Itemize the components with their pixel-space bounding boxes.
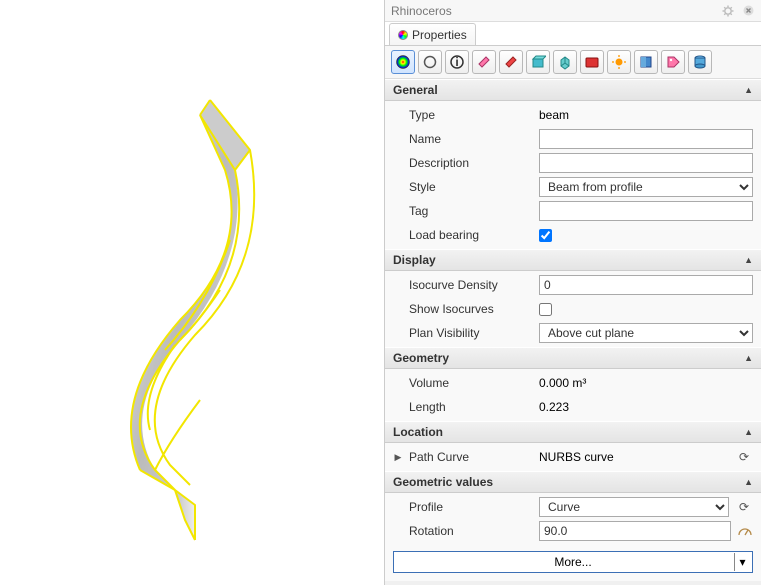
chevron-up-icon: ▲ [744,255,753,265]
dropdown-arrow-icon[interactable]: ▾ [734,553,750,571]
checkbox-show-isocurves[interactable] [539,303,552,316]
tool-folder-red[interactable] [580,50,604,74]
label-name: Name [409,132,539,146]
more-button[interactable]: More... ▾ [393,551,753,573]
label-plan-visibility: Plan Visibility [409,326,539,340]
expand-triangle-icon[interactable]: ▶ [393,452,403,463]
tool-box-teal[interactable] [526,50,550,74]
input-description[interactable] [539,153,753,173]
tool-cylinder[interactable] [688,50,712,74]
refresh-icon[interactable]: ⟳ [735,450,753,464]
tool-cube[interactable] [553,50,577,74]
checkbox-load-bearing[interactable] [539,229,552,242]
section-title: Geometric values [393,475,493,489]
section-display-header[interactable]: Display ▲ [385,249,761,271]
chevron-up-icon: ▲ [744,353,753,363]
section-title: Geometry [393,351,449,365]
label-tag: Tag [409,204,539,218]
chevron-up-icon: ▲ [744,477,753,487]
tool-material-pink[interactable] [472,50,496,74]
section-title: Location [393,425,443,439]
color-wheel-icon [398,30,408,40]
value-path-curve: NURBS curve [539,450,731,464]
label-volume: Volume [409,376,539,390]
tool-book[interactable] [634,50,658,74]
input-rotation[interactable] [539,521,731,541]
panel-toolbar: i [385,46,761,79]
input-isocurve-density[interactable] [539,275,753,295]
more-label: More... [554,555,591,569]
close-icon[interactable] [741,4,755,18]
label-profile: Profile [409,500,539,514]
section-general-header[interactable]: General ▲ [385,79,761,101]
refresh-icon[interactable]: ⟳ [735,500,753,514]
label-isocurve-density: Isocurve Density [409,278,539,292]
tab-properties[interactable]: Properties [389,23,476,45]
tool-object[interactable] [391,50,415,74]
tool-material-red[interactable] [499,50,523,74]
chevron-up-icon: ▲ [744,427,753,437]
tool-circle[interactable] [418,50,442,74]
tab-label: Properties [412,28,467,42]
panel-title: Rhinoceros [391,4,452,18]
section-title: General [393,83,438,97]
properties-panel: Rhinoceros Properties i General ▲ Typebea… [384,0,761,585]
section-geovals-header[interactable]: Geometric values ▲ [385,471,761,493]
gear-icon[interactable] [721,4,735,18]
label-type: Type [409,108,539,122]
section-title: Display [393,253,436,267]
select-style[interactable]: Beam from profile [539,177,753,197]
input-tag[interactable] [539,201,753,221]
input-name[interactable] [539,129,753,149]
tool-tag[interactable] [661,50,685,74]
label-description: Description [409,156,539,170]
label-length: Length [409,400,539,414]
label-style: Style [409,180,539,194]
tool-sun[interactable] [607,50,631,74]
more-row: More... ▾ [385,545,761,581]
section-geovals-body: Profile Curve ⟳ Rotation [385,493,761,545]
section-display-body: Isocurve Density Show Isocurves Plan Vis… [385,271,761,347]
value-length: 0.223 [539,400,753,414]
section-geometry-body: Volume0.000 m³ Length0.223 [385,369,761,421]
label-path-curve: Path Curve [409,450,539,464]
viewport-3d[interactable] [0,0,384,585]
chevron-up-icon: ▲ [744,85,753,95]
section-geometry-header[interactable]: Geometry ▲ [385,347,761,369]
section-general-body: Typebeam Name Description StyleBeam from… [385,101,761,249]
label-load-bearing: Load bearing [409,228,539,242]
select-plan-visibility[interactable]: Above cut plane [539,323,753,343]
value-volume: 0.000 m³ [539,376,753,390]
value-type: beam [539,108,753,122]
svg-text:i: i [455,55,458,69]
panel-title-bar: Rhinoceros [385,0,761,22]
section-location-header[interactable]: Location ▲ [385,421,761,443]
label-show-isocurves: Show Isocurves [409,302,539,316]
tool-info[interactable]: i [445,50,469,74]
select-profile[interactable]: Curve [539,497,729,517]
label-rotation: Rotation [409,524,539,538]
section-location-body: ▶ Path Curve NURBS curve ⟳ [385,443,761,471]
tab-row: Properties [385,22,761,46]
angle-icon[interactable] [737,526,753,536]
